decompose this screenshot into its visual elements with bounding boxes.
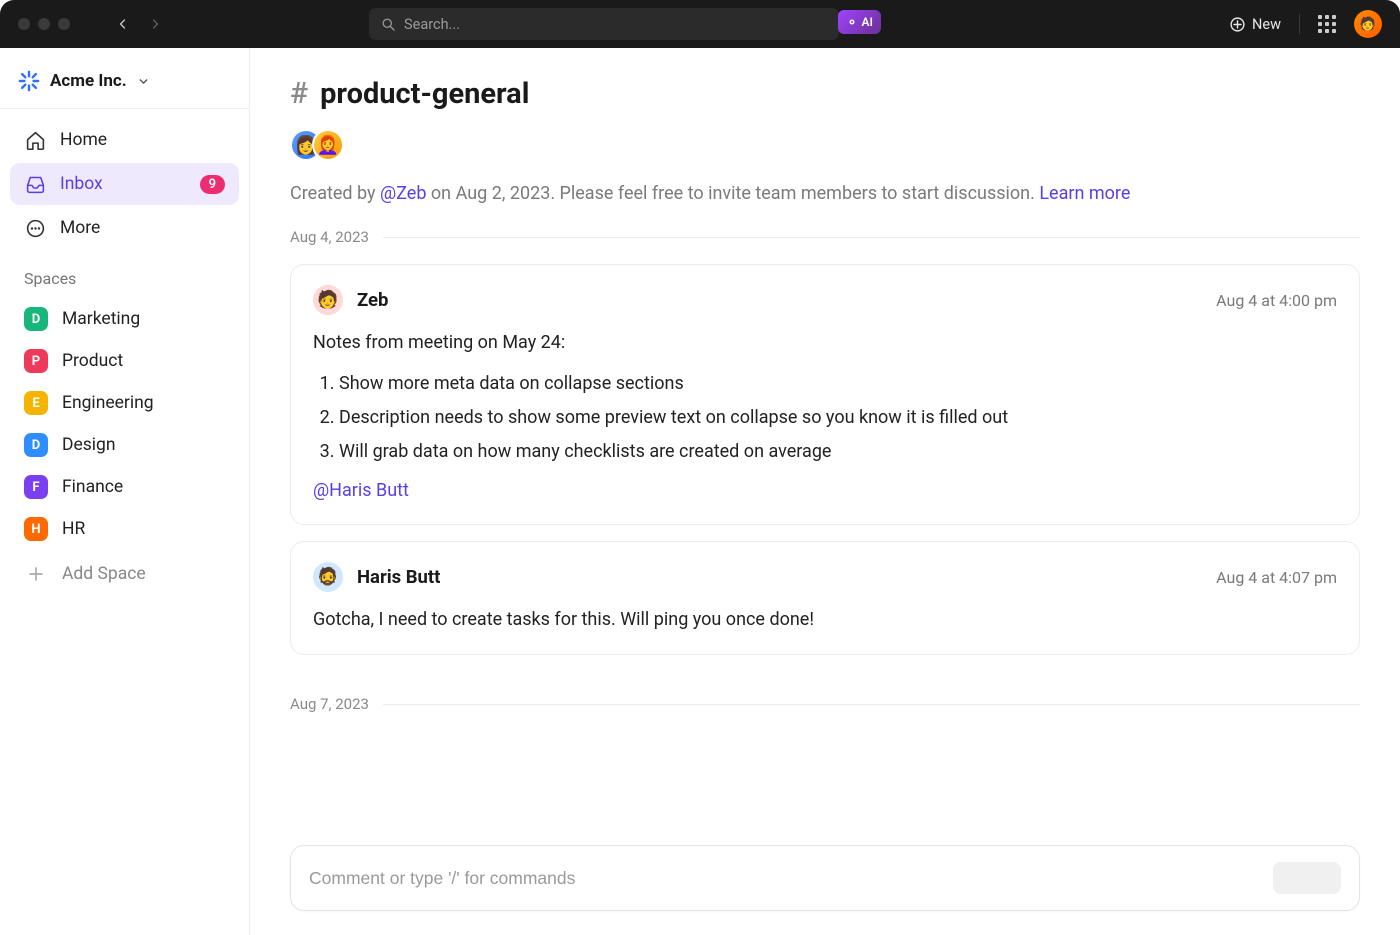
message-author: Haris Butt — [357, 566, 440, 588]
new-button[interactable]: New — [1229, 16, 1281, 33]
created-prefix: Created by — [290, 183, 380, 204]
chevron-right-icon — [149, 18, 161, 30]
message-time: Aug 4 at 4:00 pm — [1216, 291, 1337, 310]
space-badge: H — [24, 517, 48, 541]
nav-inbox[interactable]: Inbox 9 — [10, 163, 239, 205]
date-separator: Aug 7, 2023 — [290, 695, 1360, 713]
space-item[interactable]: D Design — [10, 424, 239, 466]
date-separator: Aug 4, 2023 — [290, 228, 1360, 246]
composer-input[interactable] — [309, 868, 1273, 889]
date-label: Aug 4, 2023 — [290, 228, 369, 246]
space-badge: E — [24, 391, 48, 415]
ai-badge[interactable]: AI — [838, 10, 881, 34]
created-by-mention[interactable]: @Zeb — [380, 183, 426, 204]
created-rest: on Aug 2, 2023. Please feel free to invi… — [426, 183, 1039, 204]
search-input-wrap[interactable]: Search... AI — [369, 8, 839, 40]
space-badge: F — [24, 475, 48, 499]
message-intro: Notes from meeting on May 24: — [313, 329, 1337, 357]
message-time: Aug 4 at 4:07 pm — [1216, 568, 1337, 587]
space-label: Design — [62, 435, 116, 455]
workspace-logo-icon — [18, 70, 40, 92]
inbox-icon — [24, 173, 46, 195]
space-label: Finance — [62, 477, 123, 497]
space-item[interactable]: P Product — [10, 340, 239, 382]
main-content: # product-general 👩 👩‍🦰 Created by @Zeb … — [250, 48, 1400, 935]
ai-sparkle-icon — [846, 16, 858, 28]
member-avatars[interactable]: 👩 👩‍🦰 — [290, 129, 1360, 161]
traffic-max[interactable] — [58, 18, 70, 30]
space-item[interactable]: D Marketing — [10, 298, 239, 340]
apps-grid-button[interactable] — [1318, 15, 1336, 33]
search-icon — [381, 17, 396, 32]
spaces-section-title: Spaces — [10, 251, 239, 298]
list-item: Will grab data on how many checklists ar… — [339, 435, 1337, 469]
nav-more-label: More — [60, 218, 100, 238]
titlebar: Search... AI New 🧑 — [0, 0, 1400, 48]
sidebar: Acme Inc. Home Inbox 9 More Spaces D Mark… — [0, 48, 250, 935]
hash-icon: # — [290, 76, 308, 111]
workspace-name: Acme Inc. — [50, 71, 127, 91]
plus-icon — [24, 562, 48, 586]
space-label: Marketing — [62, 309, 140, 329]
avatar: 🧑 — [313, 285, 343, 315]
divider — [1299, 14, 1300, 34]
composer[interactable] — [290, 845, 1360, 911]
nav-forward-button[interactable] — [142, 11, 168, 37]
home-icon — [24, 129, 46, 151]
chevron-left-icon — [117, 18, 129, 30]
profile-avatar[interactable]: 🧑 — [1354, 10, 1382, 38]
message-body: Gotcha, I need to create tasks for this.… — [313, 606, 1337, 634]
channel-subline: Created by @Zeb on Aug 2, 2023. Please f… — [290, 183, 1360, 204]
search-placeholder: Search... — [404, 16, 460, 33]
avatar: 👩‍🦰 — [312, 129, 344, 161]
mention[interactable]: @Haris Butt — [313, 480, 409, 501]
more-icon — [24, 217, 46, 239]
date-label: Aug 7, 2023 — [290, 695, 369, 713]
traffic-min[interactable] — [38, 18, 50, 30]
nav-more[interactable]: More — [10, 207, 239, 249]
space-label: Product — [62, 351, 123, 371]
learn-more-link[interactable]: Learn more — [1039, 183, 1130, 204]
channel-header: # product-general — [290, 76, 1360, 111]
nav-back-button[interactable] — [110, 11, 136, 37]
add-space-label: Add Space — [62, 564, 146, 584]
space-item[interactable]: F Finance — [10, 466, 239, 508]
send-button[interactable] — [1273, 862, 1341, 894]
space-label: HR — [62, 519, 85, 539]
list-item: Description needs to show some preview t… — [339, 401, 1337, 435]
nav-home[interactable]: Home — [10, 119, 239, 161]
message-author: Zeb — [357, 289, 388, 311]
space-badge: P — [24, 349, 48, 373]
new-button-label: New — [1252, 16, 1281, 33]
message-card[interactable]: 🧑 Zeb Aug 4 at 4:00 pm Notes from meetin… — [290, 264, 1360, 525]
chevron-down-icon — [137, 75, 150, 88]
message-card[interactable]: 🧔 Haris Butt Aug 4 at 4:07 pm Gotcha, I … — [290, 541, 1360, 655]
space-label: Engineering — [62, 393, 154, 413]
channel-title: product-general — [320, 77, 529, 111]
ai-label: AI — [862, 15, 873, 29]
list-item: Show more meta data on collapse sections — [339, 367, 1337, 401]
traffic-close[interactable] — [18, 18, 30, 30]
space-badge: D — [24, 307, 48, 331]
space-item[interactable]: H HR — [10, 508, 239, 550]
nav-home-label: Home — [60, 130, 107, 150]
add-space-button[interactable]: Add Space — [10, 550, 239, 598]
space-badge: D — [24, 433, 48, 457]
nav-inbox-label: Inbox — [60, 174, 103, 194]
traffic-lights — [18, 18, 70, 30]
workspace-switcher[interactable]: Acme Inc. — [0, 60, 249, 109]
space-item[interactable]: E Engineering — [10, 382, 239, 424]
inbox-badge: 9 — [200, 175, 225, 194]
plus-circle-icon — [1229, 16, 1246, 33]
avatar: 🧔 — [313, 562, 343, 592]
